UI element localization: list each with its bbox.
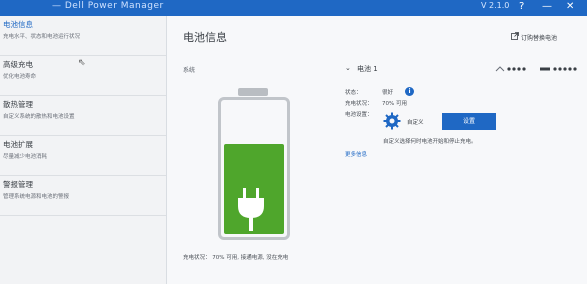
sidebar-item-sublabel: 充电水平、状态和电池运行状况 <box>3 34 81 40</box>
battery-graphic <box>218 88 298 246</box>
status-value: 很好 <box>382 90 394 96</box>
sidebar-item-sublabel: 自定义系统的散热和电池设置 <box>3 114 75 120</box>
battery-setting-label: 电池设置： <box>345 112 373 118</box>
more-info-link[interactable]: 更多信息 <box>345 150 367 158</box>
question-icon[interactable]: ? <box>519 0 524 14</box>
sidebar-item-label: 电池扩展 <box>3 140 33 149</box>
sidebar-item-label: 散热管理 <box>3 100 33 109</box>
charge-value: 70% 可用 <box>382 101 407 107</box>
sidebar-item-battery-extender[interactable]: 电池扩展 尽量减少电池消耗 <box>0 136 166 176</box>
sidebar-item-battery-info[interactable]: 电池信息 充电水平、状态和电池运行状况 <box>0 16 166 56</box>
external-link-icon[interactable] <box>511 32 519 40</box>
battery-cap <box>238 88 268 96</box>
sidebar-item-label: 高级充电 <box>3 60 33 69</box>
window-title: — Dell Power Manager <box>52 1 164 11</box>
mouse-cursor-icon: ⇖ <box>78 58 86 68</box>
title-bar: — Dell Power Manager V 2.1.0 ? — ✕ <box>0 0 587 16</box>
mode-description: 自定义选择何时电池开始和停止充电。 <box>383 139 477 145</box>
main-panel: 电池信息 订购替换电池 系统 充电状况： 70% 可用, 接通电源, 没在充电 … <box>167 16 587 284</box>
battery-name[interactable]: 电池 1 <box>357 64 378 74</box>
sidebar-item-label: 警报管理 <box>3 180 33 189</box>
sidebar-item-advanced-charging[interactable]: 高级充电 优化电池寿命 ⇖ <box>0 56 166 96</box>
sidebar: 电池信息 充电水平、状态和电池运行状况 高级充电 优化电池寿命 ⇖ 散热管理 自… <box>0 16 167 284</box>
battery-health-indicators <box>495 66 577 72</box>
wifi-signal-icon <box>495 66 505 72</box>
settings-button[interactable]: 设置 <box>442 113 496 130</box>
status-label: 状态： <box>345 90 362 96</box>
sidebar-item-sublabel: 优化电池寿命 <box>3 74 37 80</box>
gear-icon <box>383 112 401 130</box>
info-icon[interactable]: i <box>405 87 414 96</box>
charge-label: 充电状况： <box>345 101 373 107</box>
section-label: 系统 <box>183 67 196 74</box>
minimize-icon[interactable]: — <box>542 0 552 14</box>
sidebar-item-alerts[interactable]: 警报管理 管理系统电源和电池的警报 <box>0 176 166 216</box>
version-label: V 2.1.0 <box>481 1 510 10</box>
sidebar-item-sublabel: 尽量减少电池消耗 <box>3 154 48 160</box>
power-plug-icon <box>238 188 264 231</box>
mode-value: 自定义 <box>407 120 424 126</box>
chevron-down-icon[interactable]: ⌄ <box>345 64 351 72</box>
close-icon[interactable]: ✕ <box>566 0 574 14</box>
sidebar-item-sublabel: 管理系统电源和电池的警报 <box>3 194 70 200</box>
sidebar-item-label: 电池信息 <box>3 20 33 29</box>
page-title: 电池信息 <box>183 31 227 44</box>
order-battery-link[interactable]: 订购替换电池 <box>521 33 557 42</box>
charge-status-line: 充电状况： 70% 可用, 接通电源, 没在充电 <box>183 255 289 261</box>
sidebar-item-thermal[interactable]: 散热管理 自定义系统的散热和电池设置 <box>0 96 166 136</box>
